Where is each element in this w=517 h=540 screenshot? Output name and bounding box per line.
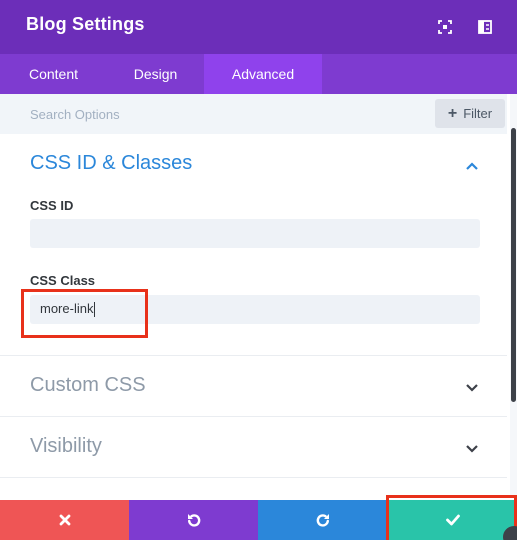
- section-divider: [0, 355, 507, 356]
- css-id-label: CSS ID: [30, 198, 74, 213]
- section-custom-css-title[interactable]: Custom CSS: [30, 374, 146, 397]
- text-caret: [94, 302, 96, 318]
- search-bar: Search Options: [0, 94, 507, 134]
- modal-title: Blog Settings: [26, 14, 145, 34]
- expand-icon[interactable]: [434, 16, 456, 38]
- section-divider: [0, 416, 507, 417]
- redo-icon: [316, 514, 329, 527]
- modal-header: Blog Settings: [0, 0, 517, 54]
- plus-icon: +: [447, 104, 458, 122]
- cancel-button[interactable]: [0, 500, 129, 540]
- filter-label: Filter: [463, 106, 493, 121]
- tab-content[interactable]: Content: [0, 54, 107, 94]
- redo-button[interactable]: [258, 500, 388, 540]
- tab-design[interactable]: Design: [107, 54, 204, 94]
- css-class-value: more-link: [40, 301, 94, 316]
- undo-button[interactable]: [129, 500, 258, 540]
- chevron-down-icon[interactable]: [464, 379, 480, 395]
- modal-footer: [0, 500, 517, 540]
- filter-button[interactable]: + Filter: [435, 99, 505, 128]
- search-input[interactable]: Search Options: [30, 107, 120, 122]
- css-class-label: CSS Class: [30, 273, 96, 288]
- save-check-icon: [445, 514, 460, 526]
- settings-modal: Blog Settings Content Design Advanced Se…: [0, 0, 517, 540]
- tab-bar: Content Design Advanced: [0, 54, 517, 94]
- chevron-up-icon[interactable]: [464, 158, 480, 174]
- scrollbar-thumb[interactable]: [511, 128, 516, 402]
- section-divider: [0, 477, 507, 478]
- css-class-input[interactable]: more-link: [30, 295, 480, 324]
- css-id-input[interactable]: [30, 219, 480, 248]
- cancel-icon: [59, 514, 70, 526]
- section-visibility-title[interactable]: Visibility: [30, 435, 102, 458]
- sidebar-layout-icon[interactable]: [474, 16, 496, 38]
- save-button[interactable]: [388, 500, 517, 540]
- section-css-id-classes-title[interactable]: CSS ID & Classes: [30, 152, 192, 175]
- tab-advanced[interactable]: Advanced: [204, 54, 322, 94]
- chevron-down-icon[interactable]: [464, 440, 480, 456]
- undo-icon: [187, 514, 200, 527]
